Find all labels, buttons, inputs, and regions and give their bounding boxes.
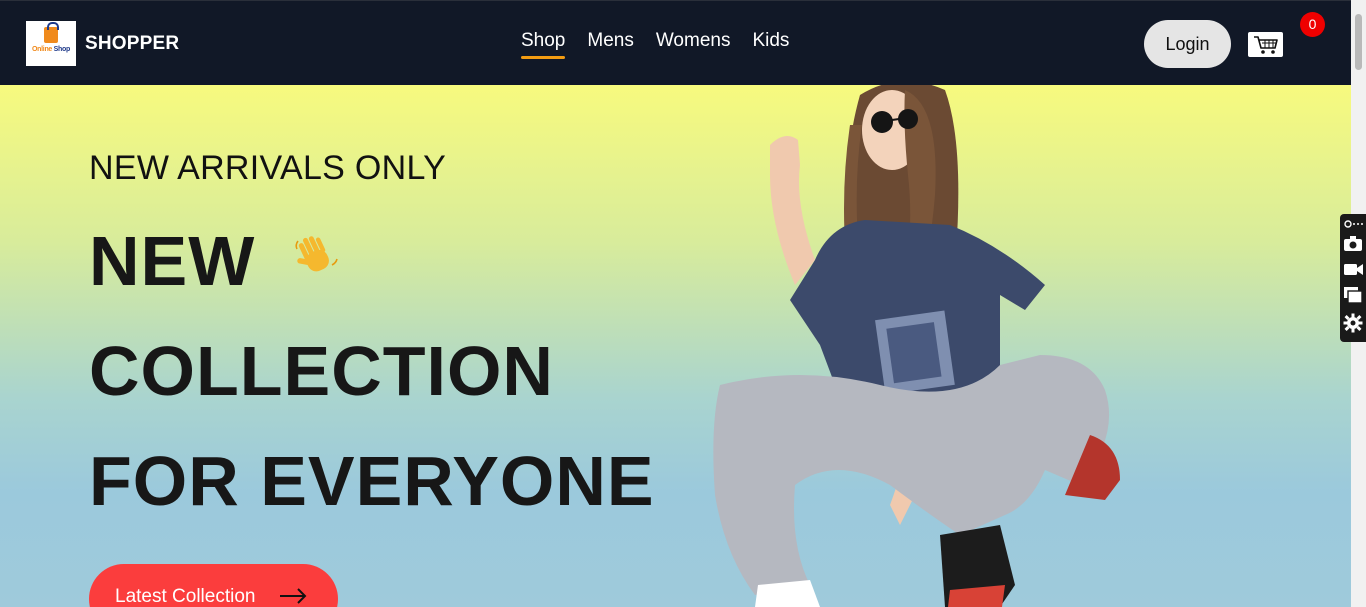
nav-link-shop[interactable]: Shop: [521, 30, 566, 59]
nav-link-kids[interactable]: Kids: [752, 30, 789, 52]
hero-kicker: NEW ARRIVALS ONLY: [89, 149, 447, 187]
logo-text-shop: Shop: [53, 46, 71, 53]
hero-section: NEW ARRIVALS ONLY NEW COLLECTION FOR EVE…: [0, 85, 1351, 607]
cart-icon[interactable]: [1248, 32, 1283, 57]
camera-icon[interactable]: [1342, 233, 1364, 253]
shopping-bag-icon: [44, 22, 59, 43]
navbar: Online Shop SHOPPER Shop Mens Womens Kid…: [0, 0, 1351, 85]
scroll-thumb[interactable]: [1355, 14, 1362, 70]
cart-count-badge: 0: [1300, 12, 1325, 37]
link-icon[interactable]: [1342, 217, 1364, 229]
hero-heading-line-3: FOR EVERYONE: [89, 442, 655, 520]
nav-link-womens[interactable]: Womens: [656, 30, 731, 52]
gear-icon[interactable]: [1342, 312, 1364, 333]
latest-collection-button[interactable]: Latest Collection: [89, 564, 338, 607]
capture-tool-panel: [1340, 214, 1366, 342]
hero-heading-line-2: COLLECTION: [89, 332, 554, 410]
windows-icon[interactable]: [1342, 285, 1364, 305]
hero-heading-line-1: NEW: [89, 222, 256, 300]
brand-name[interactable]: SHOPPER: [85, 33, 179, 55]
login-button[interactable]: Login: [1144, 20, 1231, 68]
nav-menu: Shop Mens Womens Kids: [521, 30, 789, 59]
hero-model-image: [700, 85, 1130, 607]
logo-text: Online Shop: [26, 46, 76, 53]
video-icon[interactable]: [1342, 259, 1364, 279]
waving-hand-icon: [292, 231, 340, 279]
nav-link-mens[interactable]: Mens: [587, 30, 633, 52]
logo[interactable]: Online Shop: [26, 21, 76, 66]
logo-text-online: Online: [32, 46, 53, 53]
latest-collection-label: Latest Collection: [115, 586, 256, 607]
arrow-right-icon: [279, 588, 307, 604]
